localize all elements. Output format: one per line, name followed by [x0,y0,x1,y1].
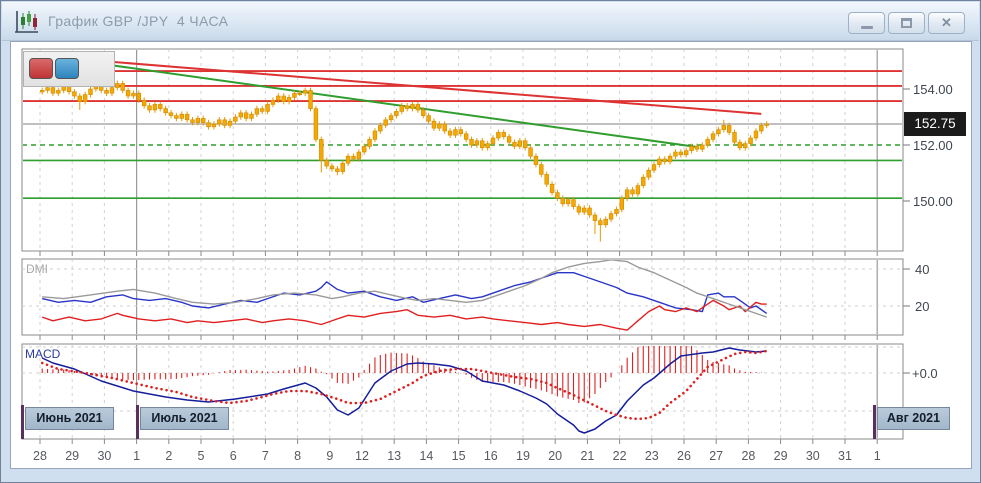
price-chart-canvas[interactable] [1,1,981,483]
blue-marker-button[interactable] [55,58,79,79]
red-marker-button[interactable] [29,58,53,79]
chart-window: График GBP /JPY 4 ЧАСА ✕ DMI MACD 154.00… [0,0,981,483]
